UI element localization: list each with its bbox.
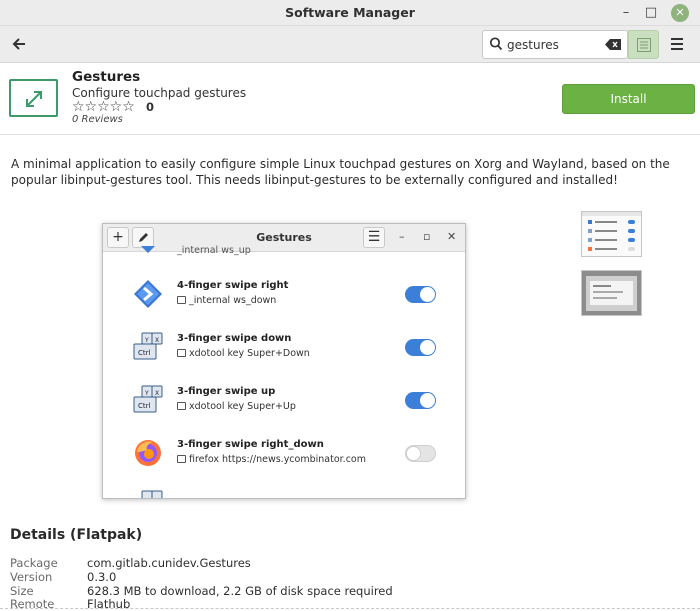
gesture-command-text: firefox https://news.ycombinator.com <box>189 454 366 465</box>
app-description: A minimal application to easily configur… <box>11 157 670 187</box>
screenshot-thumbnail[interactable] <box>581 211 642 257</box>
partial-row-text: _internal ws_up <box>177 245 251 256</box>
gesture-command: xdotool key Super+Up <box>177 401 296 412</box>
terminal-icon <box>177 455 186 463</box>
list-view-icon <box>637 38 651 52</box>
app-name: Gestures <box>72 69 141 85</box>
detail-row-version: Version 0.3.0 <box>10 570 690 584</box>
gesture-title: 3-finger swipe up <box>177 386 276 397</box>
header-bar <box>0 26 700 63</box>
detail-value: 628.3 MB to download, 2.2 GB of disk spa… <box>87 584 393 598</box>
detail-label: Version <box>10 570 53 584</box>
screenshot-menu-button: ☰ <box>363 227 385 248</box>
main-screenshot[interactable]: + Gestures ☰ – ▫ ✕ _internal ws_up 4-fin… <box>102 223 466 499</box>
keyboard-keys-icon <box>141 490 163 498</box>
detail-value: 0.3.0 <box>87 570 117 584</box>
install-button[interactable]: Install <box>562 84 695 114</box>
gesture-toggle <box>405 445 436 462</box>
gesture-row: 3-finger swipe right_down firefox https:… <box>103 430 465 480</box>
app-summary: Configure touchpad gestures <box>72 86 247 100</box>
close-button[interactable]: ✕ <box>671 4 689 22</box>
svg-text:Ctrl: Ctrl <box>138 349 151 357</box>
gesture-toggle <box>405 339 436 356</box>
menu-button[interactable] <box>670 36 688 52</box>
gesture-command: xdotool key Super+Down <box>177 348 310 359</box>
screenshot-title: Gestures <box>256 231 312 244</box>
reviews-link[interactable]: 0 Reviews <box>72 114 123 125</box>
minimize-button[interactable]: – <box>617 4 635 22</box>
list-view-button[interactable] <box>628 30 659 59</box>
gesture-row: 4-finger swipe right _internal ws_down <box>103 271 465 321</box>
keyboard-keys-icon: Ctrl Y X <box>133 332 163 360</box>
hamburger-menu-icon <box>671 38 683 50</box>
svg-text:X: X <box>155 337 159 344</box>
maximize-button[interactable]: □ <box>642 4 660 22</box>
screenshot-close-icon: ✕ <box>447 230 457 243</box>
terminal-icon <box>177 402 186 410</box>
back-arrow-icon <box>12 38 25 50</box>
gesture-command-text: xdotool key Super+Up <box>189 401 296 412</box>
detail-label: Size <box>10 584 34 598</box>
gesture-title: 3-finger swipe right_down <box>177 439 324 450</box>
thumbnail-preview <box>582 271 641 315</box>
details-title: Details (Flatpak) <box>10 527 143 543</box>
window-title: Software Manager <box>285 5 415 20</box>
svg-text:Y: Y <box>144 337 149 344</box>
back-button[interactable] <box>8 33 30 55</box>
gesture-command-text: _internal ws_down <box>189 295 277 306</box>
rating-count: 0 <box>146 100 155 114</box>
detail-row-package: Package com.gitlab.cunidev.Gestures <box>10 556 690 570</box>
keyboard-keys-icon: Ctrl Y X <box>133 385 163 413</box>
gesture-command: firefox https://news.ycombinator.com <box>177 454 366 465</box>
svg-text:Ctrl: Ctrl <box>138 402 151 410</box>
rating-stars: ☆☆☆☆☆ <box>72 99 135 115</box>
expand-arrows-icon <box>26 91 42 107</box>
backspace-clear-icon[interactable] <box>605 39 621 50</box>
workspace-arrow-icon <box>141 246 155 253</box>
firefox-icon <box>135 440 161 466</box>
svg-text:Y: Y <box>144 390 149 397</box>
gesture-command: _internal ws_down <box>177 295 276 306</box>
terminal-icon <box>177 296 186 304</box>
gesture-toggle <box>405 286 436 303</box>
search-icon <box>489 37 503 51</box>
screenshot-thumbnail[interactable] <box>581 270 642 316</box>
thumbnail-preview <box>582 212 641 251</box>
app-header: Gestures Configure touchpad gestures ☆☆☆… <box>0 63 700 135</box>
detail-label: Package <box>10 556 58 570</box>
gesture-command-text: xdotool key Super+Down <box>189 348 310 359</box>
gesture-row: Ctrl Y X 3-finger swipe down xdotool key… <box>103 324 465 374</box>
detail-value: com.gitlab.cunidev.Gestures <box>87 556 251 570</box>
search-box <box>482 30 628 59</box>
detail-row-size: Size 628.3 MB to download, 2.2 GB of dis… <box>10 584 690 598</box>
screenshot-titlebar: + Gestures ☰ – ▫ ✕ <box>103 224 465 252</box>
gesture-row: Ctrl Y X 3-finger swipe up xdotool key S… <box>103 377 465 427</box>
search-input[interactable] <box>507 36 602 54</box>
gesture-title: 4-finger swipe right <box>177 280 289 291</box>
gesture-toggle <box>405 392 436 409</box>
workspace-arrow-icon <box>134 280 162 308</box>
app-icon <box>9 79 58 117</box>
terminal-icon <box>177 349 186 357</box>
svg-text:X: X <box>155 390 159 397</box>
window-titlebar: Software Manager – □ ✕ <box>0 0 700 26</box>
gesture-title: 3-finger swipe down <box>177 333 292 344</box>
screenshot-minimize-icon: – <box>399 230 405 243</box>
screenshot-maximize-icon: ▫ <box>423 230 431 243</box>
